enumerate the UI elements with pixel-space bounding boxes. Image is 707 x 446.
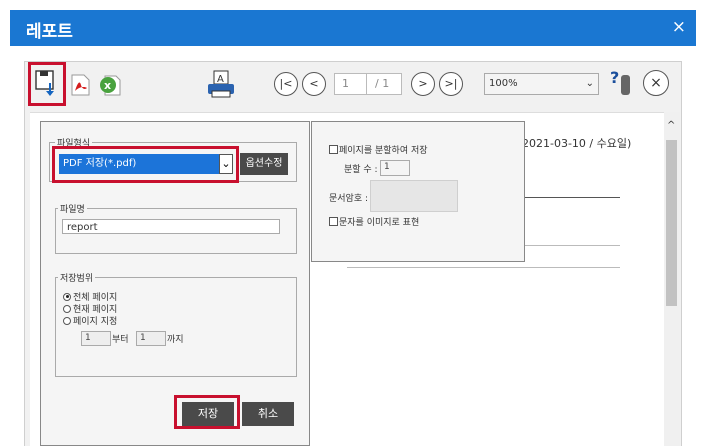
text-as-image-label: 문자를 이미지로 표현	[339, 218, 420, 228]
page-current-input[interactable]: 1	[334, 73, 370, 95]
option-edit-button[interactable]: 옵션수정	[240, 153, 288, 175]
range-from-suffix: 부터	[112, 335, 129, 345]
checkbox-icon	[329, 217, 338, 226]
split-count-input[interactable]: 1	[380, 160, 410, 176]
filename-input[interactable]: report	[62, 219, 280, 234]
radio-unchecked-icon	[63, 304, 71, 313]
prev-page-icon[interactable]: <	[302, 72, 326, 96]
first-page-icon[interactable]: |<	[274, 72, 298, 96]
split-save-checkbox[interactable]: 페이지를 분할하여 저장	[329, 143, 428, 156]
highlight-save-icon	[28, 62, 66, 106]
print-icon-letter: A	[217, 74, 224, 85]
pdf-icon[interactable]	[69, 73, 91, 101]
excel-icon[interactable]: x	[98, 73, 122, 101]
password-input[interactable]	[370, 180, 458, 212]
last-page-icon[interactable]: >|	[439, 72, 463, 96]
cancel-button[interactable]: 취소	[242, 402, 294, 426]
close-circle-icon[interactable]: ×	[643, 70, 669, 96]
highlight-format-select	[52, 146, 239, 183]
help-icon[interactable]: ?	[608, 67, 636, 101]
toolbar: x A |< < 1 / 1 > >| 100% ⌄ ? ×	[24, 61, 682, 109]
highlight-save-button	[174, 395, 240, 429]
scroll-up-icon[interactable]: ^	[667, 120, 675, 131]
range-from-input[interactable]: 1	[81, 331, 111, 346]
svg-text:x: x	[104, 79, 111, 92]
split-count-label: 분할 수 :	[344, 165, 378, 175]
range-pages-radio[interactable]: 페이지 지정	[63, 314, 117, 327]
report-line	[347, 267, 462, 268]
zoom-value: 100%	[489, 78, 518, 89]
zoom-select[interactable]: 100% ⌄	[484, 73, 599, 95]
help-glyph: ?	[610, 68, 619, 87]
window-titlebar: 레포트 ×	[10, 10, 696, 46]
report-line	[460, 267, 620, 268]
page-total: / 1	[366, 73, 402, 95]
text-as-image-checkbox[interactable]: 문자를 이미지로 표현	[329, 215, 419, 228]
report-date: 2021-03-10 / 수요일)	[522, 137, 632, 150]
range-to-input[interactable]: 1	[136, 331, 166, 346]
window-title: 레포트	[26, 22, 73, 42]
checkbox-icon	[329, 145, 338, 154]
radio-checked-icon	[63, 292, 71, 301]
pdf-options-panel: 페이지를 분할하여 저장 분할 수 : 1 문서암호 : 문자를 이미지로 표현	[311, 121, 525, 262]
range-group-label: 저장범위	[58, 271, 96, 284]
scroll-thumb[interactable]	[666, 140, 677, 306]
split-save-label: 페이지를 분할하여 저장	[339, 146, 428, 156]
next-page-icon[interactable]: >	[411, 72, 435, 96]
chevron-down-icon: ⌄	[585, 78, 594, 89]
close-icon[interactable]: ×	[672, 17, 686, 37]
print-icon[interactable]: A	[206, 69, 236, 103]
password-label: 문서암호 :	[329, 194, 369, 204]
radio-unchecked-icon	[63, 316, 71, 325]
filename-group-label: 파일명	[58, 202, 87, 215]
range-to-suffix: 까지	[167, 335, 184, 345]
range-pages-label: 페이지 지정	[73, 317, 118, 327]
